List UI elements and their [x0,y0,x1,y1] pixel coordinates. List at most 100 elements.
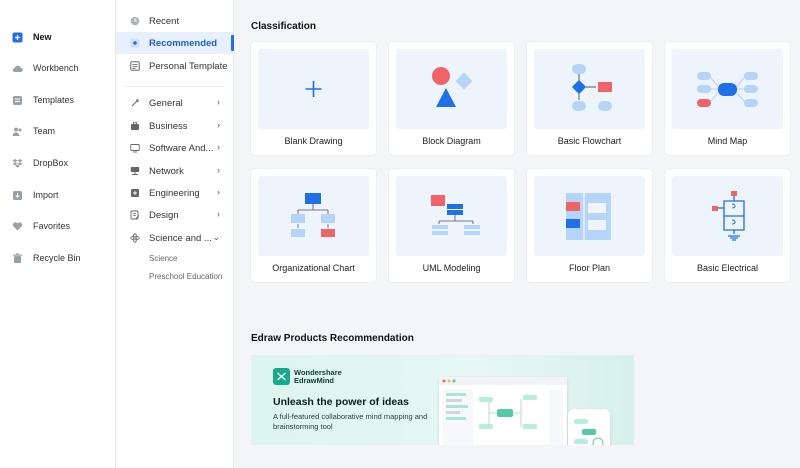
nav-item-label: Favorites [33,221,71,231]
org-chart-icon [258,176,369,256]
sub-item-label: Software And... [149,142,214,154]
electrical-icon [672,176,783,256]
card-label: Blank Drawing [284,136,343,146]
sub-item-software[interactable]: Software And... › [116,137,234,159]
template-card-blank-drawing[interactable]: Blank Drawing [251,42,376,155]
card-label: Basic Flowchart [557,136,622,146]
chevron-right-icon: › [217,209,220,219]
general-icon [130,98,140,108]
nav-item-dropbox[interactable]: DropBox [0,151,116,175]
sub-item-personal-template[interactable]: Personal Template [116,55,234,77]
sub-item-label: Recommended [149,37,218,49]
edrawmind-banner[interactable]: Wondershare EdrawMind Unleash the power … [251,355,634,445]
flowchart-icon [534,49,645,129]
main-content: Classification Blank Drawing Block Diagr… [234,0,800,468]
network-icon [130,166,140,176]
brand: Wondershare EdrawMind [273,368,342,385]
banner-description: A full-featured collaborative mind mappi… [273,412,428,431]
chevron-right-icon: › [217,187,220,197]
plus-square-icon [12,32,23,43]
chevron-right-icon: › [217,120,220,130]
nav-item-label: Workbench [33,63,79,73]
nav-item-label: DropBox [33,158,69,168]
sub-item-label: General [149,97,183,109]
products-title: Edraw Products Recommendation [251,333,414,344]
floor-plan-icon [534,176,645,256]
nav-item-workbench[interactable]: Workbench [0,56,116,80]
template-icon [130,61,140,71]
sub-item-label: Science and ... [149,232,212,244]
team-icon [12,126,23,137]
dropbox-icon [12,158,23,169]
trash-icon [12,253,23,264]
card-label: Basic Electrical [696,263,759,273]
edrawmind-logo-icon [273,368,290,385]
sub-item-label: Personal Template [149,60,228,72]
sub-item-design[interactable]: Design › [116,204,234,226]
nav-item-import[interactable]: Import [0,183,116,207]
heart-icon [12,221,23,232]
sub-item-engineering[interactable]: Engineering › [116,182,234,204]
nav-item-label: Team [33,126,56,136]
chevron-right-icon: › [217,165,220,175]
import-icon [12,190,23,201]
business-icon [130,121,140,131]
plus-icon [258,49,369,129]
classification-title: Classification [251,21,317,32]
templates-icon [12,95,23,106]
sub-item-recent[interactable]: Recent [116,10,234,32]
science-icon [130,233,140,243]
nav-item-recycle-bin[interactable]: Recycle Bin [0,246,116,270]
template-card-floor-plan[interactable]: Floor Plan [527,169,652,282]
divider [124,86,225,87]
brand-name: Wondershare EdrawMind [294,368,342,385]
cloud-icon [12,63,23,74]
nav-item-team[interactable]: Team [0,119,116,143]
mobile-screenshot-illustration [568,409,610,445]
template-card-basic-flowchart[interactable]: Basic Flowchart [527,42,652,155]
nav-item-label: Import [33,190,59,200]
nav-item-new[interactable]: New [0,25,116,49]
sub-item-network[interactable]: Network › [116,160,234,182]
software-icon [130,143,140,153]
card-label: Mind Map [707,136,748,146]
sub-item-business[interactable]: Business › [116,115,234,137]
sub-child-preschool-education[interactable]: Preschool Education [149,272,222,281]
template-card-mind-map[interactable]: Mind Map [665,42,790,155]
card-label: Floor Plan [568,263,611,273]
category-nav: Recent Recommended Personal Template Gen… [116,0,234,468]
sub-item-label: Design [149,209,179,221]
brand-line-2: EdrawMind [294,375,335,385]
sub-item-science[interactable]: Science and ... ⌄ [116,227,234,249]
mind-map-icon [672,49,783,129]
app-screenshot-illustration [439,377,567,445]
template-card-organizational-chart[interactable]: Organizational Chart [251,169,376,282]
template-card-uml-modeling[interactable]: UML Modeling [389,169,514,282]
sub-item-general[interactable]: General › [116,92,234,114]
engineering-icon [130,188,140,198]
uml-icon [396,176,507,256]
nav-item-label: New [33,32,52,42]
card-label: Organizational Chart [272,263,355,273]
card-label: UML Modeling [422,263,481,273]
nav-item-favorites[interactable]: Favorites [0,214,116,238]
clock-icon [130,16,140,26]
chevron-down-icon: ⌄ [212,232,220,242]
nav-item-templates[interactable]: Templates [0,88,116,112]
template-card-basic-electrical[interactable]: Basic Electrical [665,169,790,282]
sub-item-label: Engineering [149,187,200,199]
design-icon [130,210,140,220]
chevron-right-icon: › [217,142,220,152]
star-icon [130,38,140,48]
sub-item-label: Business [149,120,188,132]
left-nav: New Workbench Templates Team DropBox Imp… [0,0,116,468]
nav-item-label: Templates [33,95,75,105]
sub-item-recommended[interactable]: Recommended [116,32,234,54]
banner-headline: Unleash the power of ideas [273,396,409,408]
sub-child-science[interactable]: Science [149,254,177,263]
card-label: Block Diagram [422,136,481,146]
nav-item-label: Recycle Bin [33,253,81,263]
template-card-block-diagram[interactable]: Block Diagram [389,42,514,155]
chevron-right-icon: › [217,97,220,107]
sub-item-label: Network [149,165,184,177]
